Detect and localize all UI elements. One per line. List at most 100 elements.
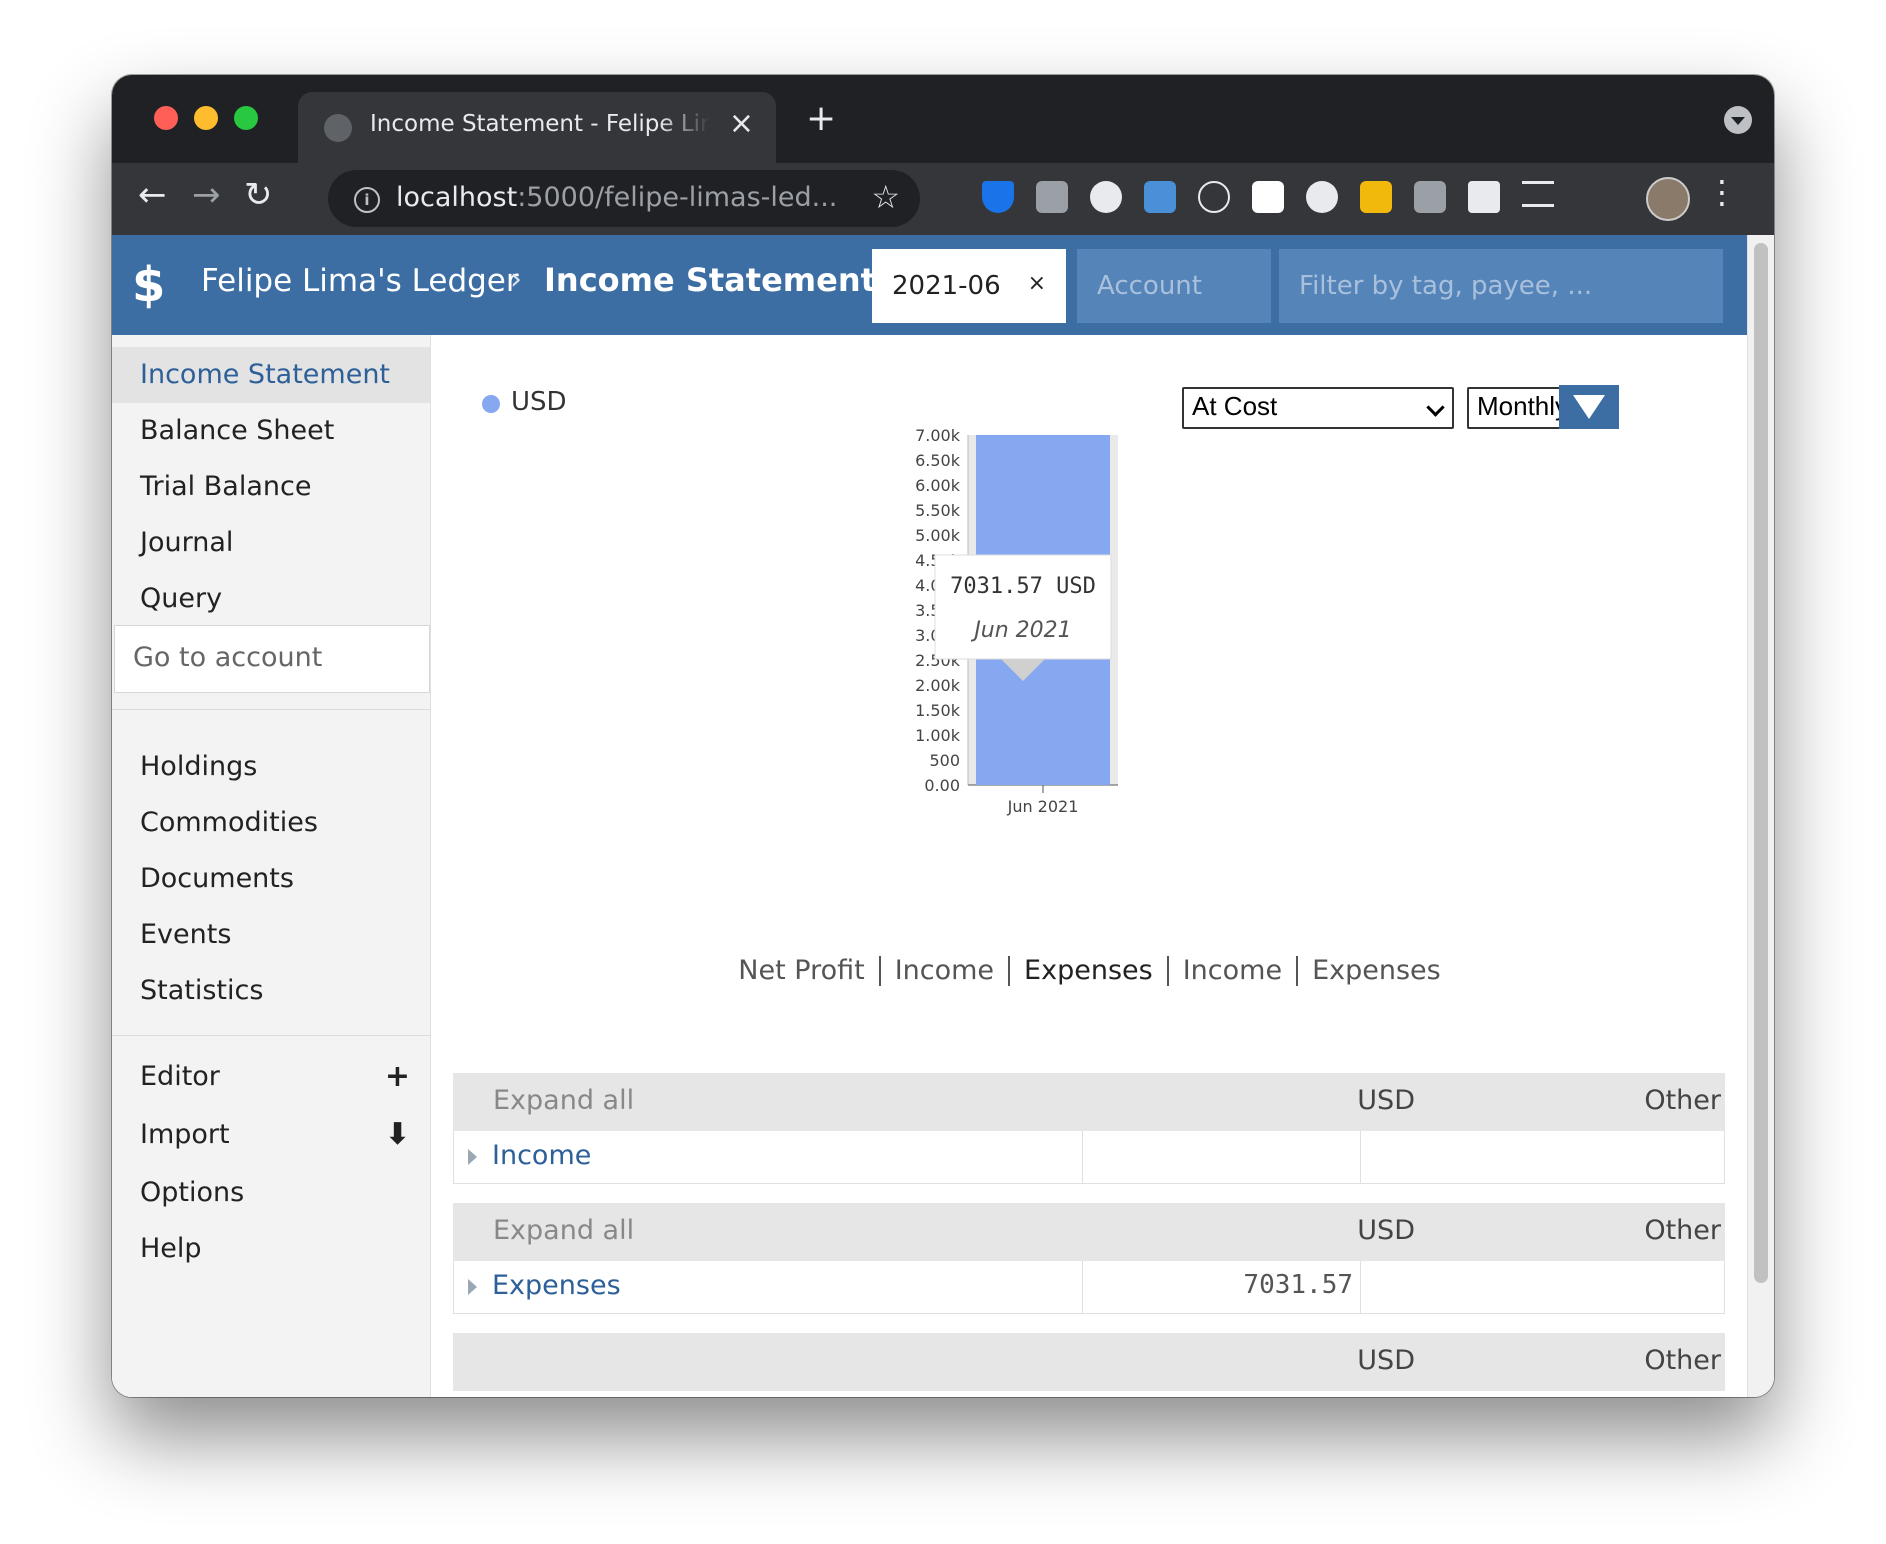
maximize-window-button[interactable] [234, 106, 258, 130]
expand-all-button[interactable]: Expand all [493, 1215, 634, 1246]
table-header: USD Other [453, 1333, 1725, 1391]
sidebar-item-journal[interactable]: Journal [112, 515, 430, 571]
url-text: localhost:5000/felipe-limas-led... [396, 182, 838, 213]
sidebar-item-commodities[interactable]: Commodities [112, 795, 430, 851]
tooltip-value: 7031.57 USD [950, 574, 1096, 599]
column-header-usd: USD [1357, 1345, 1415, 1376]
sidebar-item-editor[interactable]: Editor + [112, 1049, 430, 1105]
sidebar-item-holdings[interactable]: Holdings [112, 739, 430, 795]
other-cell [1360, 1131, 1725, 1183]
sidebar-item-help[interactable]: Help [112, 1221, 430, 1277]
account-link-expenses[interactable]: Expenses [492, 1270, 621, 1301]
time-filter-value: 2021-06 [892, 271, 1001, 301]
react-devtools-icon[interactable] [1198, 181, 1230, 213]
extensions-puzzle-icon[interactable] [1468, 181, 1500, 213]
bookmark-star-icon[interactable]: ☆ [871, 178, 900, 216]
expenses-usd-value: 7031.57 [1243, 1270, 1353, 1300]
sidebar-item-import[interactable]: Import ⬇ [112, 1107, 430, 1163]
reader-extension-icon[interactable] [1144, 181, 1176, 213]
scrollbar-thumb[interactable] [1754, 243, 1768, 1283]
profile-avatar[interactable] [1646, 177, 1690, 221]
tag-payee-filter-placeholder: Filter by tag, payee, ... [1299, 271, 1593, 301]
column-header-usd: USD [1357, 1085, 1415, 1116]
x-tick-label: Jun 2021 [1007, 797, 1079, 816]
bar-chart: 0.005001.00k1.50k2.00k2.50k3.00k3.50k4.0… [915, 426, 1118, 816]
sidebar: Income Statement Balance Sheet Trial Bal… [112, 335, 431, 1397]
column-header-other: Other [1644, 1345, 1721, 1376]
chart-tab-0[interactable]: Net Profit [724, 956, 878, 986]
new-tab-icon[interactable]: + [806, 101, 836, 137]
usd-cell [1082, 1131, 1361, 1183]
binance-icon[interactable] [1360, 181, 1392, 213]
sidebar-divider [112, 709, 430, 710]
account-link-income[interactable]: Income [492, 1140, 591, 1171]
sidebar-item-query[interactable]: Query [112, 571, 430, 627]
download-icon[interactable]: ⬇ [385, 1117, 410, 1152]
chart-tab-4[interactable]: Expenses [1296, 956, 1455, 986]
breadcrumb-separator: › [510, 262, 522, 297]
browser-window: Income Statement - Felipe Lima's Ledger … [112, 75, 1774, 1397]
expand-all-button[interactable]: Expand all [493, 1085, 634, 1116]
account-filter-input[interactable]: Account [1077, 249, 1271, 323]
close-tab-icon[interactable]: × [729, 106, 754, 141]
y-tick-label: 1.00k [915, 726, 961, 745]
browser-tab[interactable]: Income Statement - Felipe Lima's Ledger … [298, 92, 776, 163]
info-icon[interactable]: i [354, 187, 380, 213]
sidebar-item-events[interactable]: Events [112, 907, 430, 963]
account-filter-placeholder: Account [1097, 271, 1202, 301]
clear-time-filter-icon[interactable]: × [1028, 271, 1046, 296]
usd-cell: 7031.57 [1082, 1261, 1361, 1313]
chart-tab-2[interactable]: Expenses [1008, 956, 1167, 986]
globe-icon [324, 114, 352, 142]
time-filter-input[interactable]: 2021-06 × [872, 249, 1066, 323]
diamond-extension-icon[interactable] [982, 181, 1014, 213]
table-row[interactable]: Income [453, 1131, 1725, 1184]
sidebar-item-documents[interactable]: Documents [112, 851, 430, 907]
column-header-usd: USD [1357, 1215, 1415, 1246]
sidebar-item-income-statement[interactable]: Income Statement [112, 347, 430, 403]
page-scrollbar[interactable] [1747, 235, 1774, 1397]
app-header: $ Felipe Lima's Ledger › Income Statemen… [112, 235, 1748, 335]
column-header-other: Other [1644, 1215, 1721, 1246]
sidebar-item-options[interactable]: Options [112, 1165, 430, 1221]
y-tick-label: 2.00k [915, 676, 961, 695]
expand-triangle-icon[interactable] [468, 1279, 477, 1295]
tooltip-date: Jun 2021 [970, 618, 1071, 643]
ghost-extension-icon[interactable] [1036, 181, 1068, 213]
fava-logo-icon[interactable]: $ [132, 257, 182, 313]
sidebar-item-balance-sheet[interactable]: Balance Sheet [112, 403, 430, 459]
tab-search-icon[interactable] [1724, 106, 1752, 134]
table-row[interactable]: Expenses 7031.57 [453, 1261, 1725, 1314]
y-tick-label: 6.50k [915, 451, 961, 470]
minimize-window-button[interactable] [194, 106, 218, 130]
y-tick-label: 7.00k [915, 426, 961, 445]
tag-payee-filter-input[interactable]: Filter by tag, payee, ... [1279, 249, 1723, 323]
address-bar[interactable]: i localhost:5000/felipe-limas-led... ☆ [328, 170, 920, 227]
sidebar-item-trial-balance[interactable]: Trial Balance [112, 459, 430, 515]
close-window-button[interactable] [154, 106, 178, 130]
table-header: Expand all USD Other [453, 1203, 1725, 1261]
y-tick-label: 5.00k [915, 526, 961, 545]
web-page: $ Felipe Lima's Ledger › Income Statemen… [112, 235, 1774, 1397]
ledger-title[interactable]: Felipe Lima's Ledger [201, 263, 519, 299]
expand-triangle-icon[interactable] [468, 1149, 477, 1165]
sidebar-item-statistics[interactable]: Statistics [112, 963, 430, 1019]
sidebar-divider [112, 1035, 430, 1036]
notion-icon[interactable] [1252, 181, 1284, 213]
password-extension-icon[interactable] [1090, 181, 1122, 213]
chart-tab-3[interactable]: Income [1166, 956, 1296, 986]
page-title: Income Statement [544, 261, 876, 299]
camera-icon[interactable] [1414, 181, 1446, 213]
other-cell [1360, 1261, 1725, 1313]
go-to-account-input[interactable]: Go to account [114, 625, 430, 693]
browser-menu-icon[interactable]: ⋮ [1706, 173, 1738, 211]
browser-toolbar: ← → ↻ i localhost:5000/felipe-limas-led.… [112, 163, 1774, 235]
json-extension-icon[interactable] [1306, 181, 1338, 213]
forward-icon[interactable]: → [192, 175, 221, 215]
y-tick-label: 1.50k [915, 701, 961, 720]
add-entry-icon[interactable]: + [385, 1059, 410, 1094]
reload-icon[interactable]: ↻ [244, 175, 273, 215]
media-controls-icon[interactable] [1522, 181, 1554, 207]
back-icon[interactable]: ← [138, 175, 167, 215]
chart-tab-1[interactable]: Income [878, 956, 1008, 986]
